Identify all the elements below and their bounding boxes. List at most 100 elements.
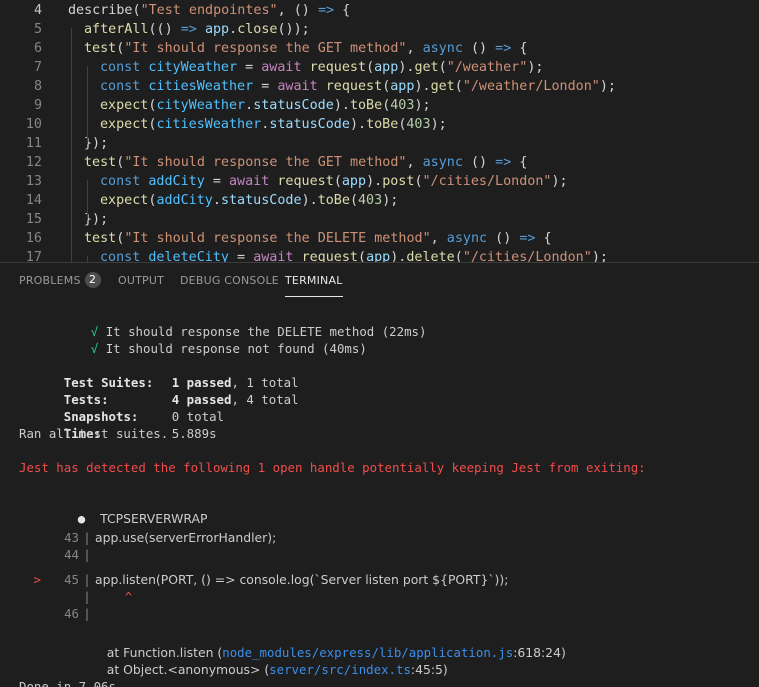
code-token: { <box>511 41 528 56</box>
tab-debug-console[interactable]: DEBUG CONSOLE <box>180 263 279 296</box>
line-number: 14 <box>25 193 42 208</box>
code-token: citiesWeather <box>156 117 262 132</box>
stack-frame-prefix: at Object.<anonymous> ( <box>106 662 270 677</box>
code-token: "/cities/London" <box>422 174 552 189</box>
line-code: expect(cityWeather.statusCode).toBe(403)… <box>100 96 431 115</box>
code-line[interactable]: 4 describe("Test endpointes", () => { <box>0 1 759 20</box>
time-value: 5.889s <box>171 426 217 441</box>
code-token: cityWeather <box>156 98 246 113</box>
line-number: 16 <box>25 231 42 246</box>
code-token: ); <box>599 79 616 94</box>
line-number: 9 <box>33 98 42 113</box>
line-code: expect(citiesWeather.statusCode).toBe(40… <box>100 115 447 134</box>
code-token: 403 <box>390 98 415 113</box>
code-token: "/cities/London" <box>462 250 592 262</box>
code-line[interactable]: 8 const citiesWeather = await request (app… <box>0 77 759 96</box>
code-line[interactable]: 13 const addCity = await request(app).pos… <box>0 172 759 191</box>
code-token: "/weather/London" <box>462 79 600 94</box>
code-line[interactable]: 9 expect(cityWeather.statusCode).toBe(403… <box>0 96 759 115</box>
code-token: ); <box>527 60 544 75</box>
code-token: ); <box>414 98 431 113</box>
code-token: cityWeather <box>148 60 238 75</box>
code-token: ). <box>398 60 415 75</box>
code-line[interactable]: 16 test("It should response the DELETE me… <box>0 229 759 248</box>
code-token: test <box>84 41 117 56</box>
code-token: await <box>229 174 270 189</box>
summary-suites: Test Suites: 1 passed, 1 total <box>19 357 299 390</box>
code-token: ). <box>349 117 367 132</box>
code-token: app <box>374 60 399 75</box>
code-token: . <box>245 98 254 113</box>
code-token: delete <box>406 250 455 262</box>
code-token: app <box>390 79 415 94</box>
line-number: 8 <box>33 79 42 94</box>
check-icon: √ <box>90 341 99 356</box>
tab-output[interactable]: OUTPUT <box>118 263 164 296</box>
code-token: "It should response the GET method" <box>124 41 407 56</box>
code-token: describe <box>68 3 133 18</box>
code-frame-line: >45 | app.listen(PORT, () => console.log(`… <box>19 571 509 588</box>
code-line[interactable]: 12 test("It should response the GET metho… <box>0 153 759 172</box>
code-editor[interactable]: 4 describe("Test endpointes", () => {5 aft… <box>0 0 759 262</box>
tab-problems-label: PROBLEMS <box>19 274 81 287</box>
code-token: , <box>406 41 423 56</box>
code-token: close <box>237 22 278 37</box>
code-token: ( <box>132 3 141 18</box>
code-token: const <box>100 60 141 75</box>
code-token: app <box>366 250 391 262</box>
line-code: const deleteCity = await request(app).de… <box>100 248 608 262</box>
code-line[interactable]: 14 expect(addCity.statusCode).toBe(403); <box>0 191 759 210</box>
bottom-panel: PROBLEMS 2 OUTPUT DEBUG CONSOLE TERMINAL … <box>0 262 759 687</box>
code-token: const <box>100 250 141 262</box>
code-line[interactable]: 7 const cityWeather = await request(app).… <box>0 58 759 77</box>
line-code: expect(addCity.statusCode).toBe(403); <box>100 191 398 210</box>
code-token: => <box>317 3 335 18</box>
tab-terminal[interactable]: TERMINAL <box>285 263 343 297</box>
code-line[interactable]: 11}); <box>0 134 759 153</box>
code-line[interactable]: 17 const deleteCity = await request(app).… <box>0 248 759 262</box>
code-token: request <box>277 174 334 189</box>
code-token: get <box>414 60 439 75</box>
test-result-line: √ It should response not found (40ms) <box>46 323 367 356</box>
code-frame-separator: | <box>83 589 91 604</box>
code-frame-line-number: 43 <box>64 530 79 545</box>
tab-problems[interactable]: PROBLEMS 2 <box>19 263 101 296</box>
stack-frame-link[interactable]: server/src/index.ts <box>269 662 411 677</box>
code-token: "It should response the GET method" <box>124 155 407 170</box>
line-code: test("It should response the DELETE meth… <box>84 229 552 248</box>
code-line[interactable]: 10 expect(citiesWeather.statusCode).toBe(… <box>0 115 759 134</box>
summary-snapshots: Snapshots: 0 total <box>19 391 224 424</box>
code-token: ( <box>349 193 358 208</box>
error-marker: > <box>33 572 41 587</box>
code-token: , <box>430 231 447 246</box>
code-line[interactable]: 5 afterAll(() => app.close()); <box>0 20 759 39</box>
code-frame-line-number: 46 <box>64 606 79 621</box>
ran-all-text: Ran all test suites. <box>19 426 169 441</box>
code-token: ). <box>301 193 318 208</box>
code-frame-code: ^ <box>95 589 133 604</box>
line-code: const cityWeather = await request(app).g… <box>100 58 543 77</box>
handle-name: TCPSERVERWRAP <box>100 511 208 526</box>
code-token: afterAll <box>84 22 149 37</box>
line-number: 11 <box>25 136 42 151</box>
code-token: , <box>406 155 423 170</box>
code-token: { <box>511 155 528 170</box>
code-token: async <box>422 155 463 170</box>
code-line[interactable]: 6 test("It should response the GET method… <box>0 39 759 58</box>
code-token: = <box>253 79 278 94</box>
indent-guide <box>71 28 72 262</box>
code-line[interactable]: 15}); <box>0 210 759 229</box>
code-token: get <box>430 79 455 94</box>
code-token: "Test endpointes" <box>140 3 278 18</box>
code-frame-separator: | <box>83 606 91 621</box>
code-token: await <box>253 250 294 262</box>
tab-terminal-label: TERMINAL <box>285 274 343 287</box>
problems-count-badge: 2 <box>84 272 101 288</box>
code-token: ( <box>414 174 423 189</box>
code-frame-line: 46 | <box>19 605 95 622</box>
code-token: ( <box>438 60 447 75</box>
